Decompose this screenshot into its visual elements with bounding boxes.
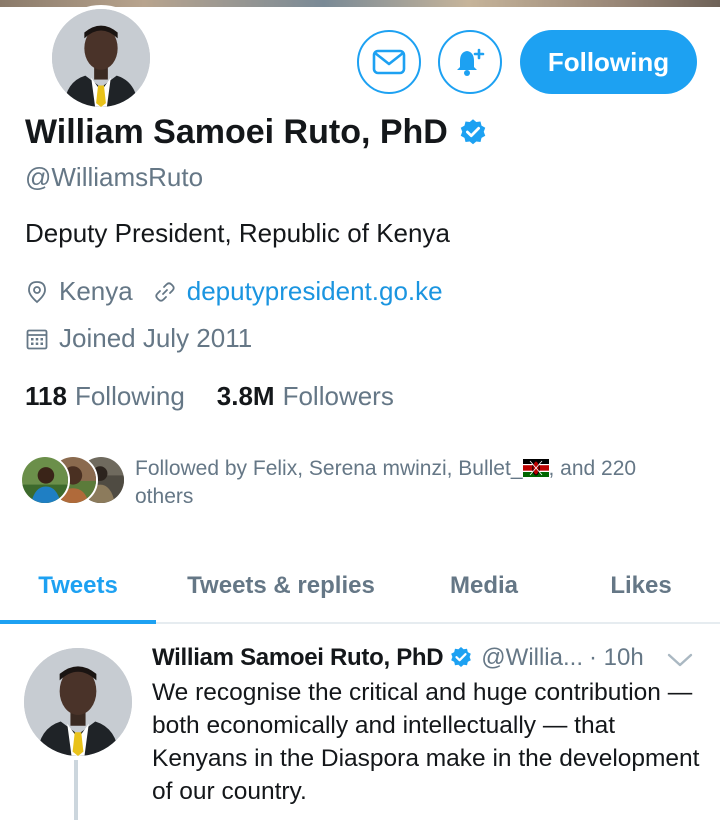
profile-bio: Deputy President, Republic of Kenya — [25, 218, 450, 248]
tab-tweets-and-replies[interactable]: Tweets & replies — [156, 548, 406, 624]
profile-meta-joined-row: Joined July 2011 — [25, 323, 252, 354]
profile-display-name: William Samoei Ruto, PhD — [25, 113, 448, 151]
tab-likes[interactable]: Likes — [562, 548, 720, 624]
verified-badge-icon — [451, 647, 472, 667]
tab-tweets-and-replies-label: Tweets & replies — [187, 572, 375, 599]
verified-badge-icon — [460, 118, 486, 144]
following-count: 118 — [25, 381, 67, 411]
followers-stat[interactable]: 3.8M Followers — [217, 381, 394, 412]
tweet-header: William Samoei Ruto, PhD @Willia... · 10… — [152, 644, 644, 672]
tweet-author-handle[interactable]: @Willia... — [481, 644, 583, 672]
location-pin-icon — [28, 280, 46, 303]
profile-website-link[interactable]: deputypresident.go.ke — [187, 276, 443, 307]
following-button-label: Following — [547, 46, 670, 77]
followed-by-avatars — [20, 455, 130, 507]
link-icon — [155, 281, 175, 302]
profile-handle: @WilliamsRuto — [25, 162, 204, 192]
tweet-author-name[interactable]: William Samoei Ruto, PhD — [152, 644, 444, 672]
notifications-button[interactable] — [438, 30, 502, 94]
message-button[interactable] — [357, 30, 421, 94]
profile-name-row: William Samoei Ruto, PhD — [25, 113, 488, 152]
profile-stats: 118 Following 3.8M Followers — [25, 381, 394, 412]
following-stat[interactable]: 118 Following — [25, 381, 185, 412]
tweet-text: We recognise the critical and huge contr… — [152, 679, 700, 805]
tab-media-label: Media — [449, 572, 518, 599]
tab-tweets[interactable]: Tweets — [0, 548, 156, 624]
profile-tabs: Tweets Tweets & replies Media Likes — [0, 548, 720, 624]
tweet-author-photo — [24, 648, 132, 756]
following-stat-label: Following — [74, 381, 185, 411]
followed-by-text: Followed by Felix, Serena mwinzi, Bullet… — [135, 455, 700, 511]
followers-count: 3.8M — [216, 381, 275, 411]
thread-line — [74, 760, 78, 820]
tab-media[interactable]: Media — [406, 548, 562, 624]
profile-joined-date: Joined July 2011 — [59, 323, 253, 353]
profile-meta-location-row: Kenya deputypresident.go.ke — [25, 276, 443, 307]
follower-avatar — [20, 455, 70, 505]
kenya-flag-icon — [522, 459, 549, 477]
tweet-author-avatar[interactable] — [24, 648, 132, 756]
tab-likes-label: Likes — [610, 572, 672, 599]
profile-photo — [52, 9, 150, 107]
calendar-icon — [26, 329, 48, 349]
following-button[interactable]: Following — [520, 30, 697, 94]
tweet-item[interactable]: William Samoei Ruto, PhD @Willia... · 10… — [0, 626, 720, 820]
active-tab-indicator — [0, 620, 156, 624]
profile-location: Kenya — [59, 276, 133, 306]
envelope-icon — [372, 49, 406, 75]
tab-tweets-label: Tweets — [38, 572, 118, 599]
bell-plus-icon — [457, 48, 485, 76]
followed-by-names: Followed by Felix, Serena mwinzi, Bullet… — [135, 457, 523, 480]
profile-avatar[interactable] — [48, 5, 154, 111]
chevron-down-icon[interactable] — [666, 650, 694, 670]
tweet-timestamp[interactable]: · 10h — [589, 644, 644, 672]
follower-photo — [22, 457, 68, 503]
followers-stat-label: Followers — [282, 381, 394, 411]
followed-by-section[interactable]: Followed by Felix, Serena mwinzi, Bullet… — [20, 455, 700, 511]
